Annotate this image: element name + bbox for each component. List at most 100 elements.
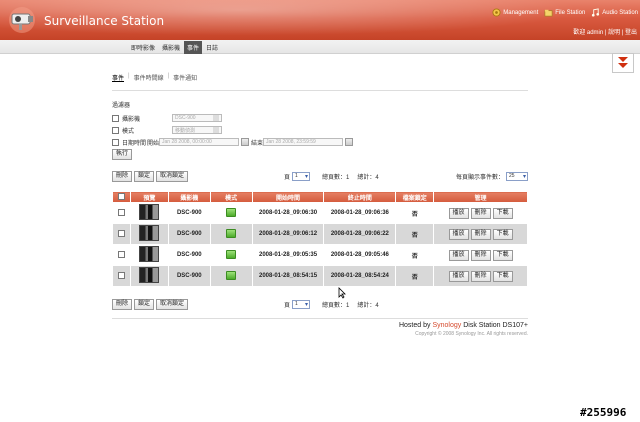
unlock-button[interactable]: 取消鎖定 [156,298,189,310]
unlock-button[interactable]: 取消鎖定 [156,170,189,182]
main-nav: 即時影像 攝影機 事件 日誌 [128,41,221,54]
per-page-select[interactable]: 25 [506,171,528,181]
subtab-timeline[interactable]: 事件時間線 [134,73,164,82]
total-pages-label: 總頁數： [322,174,347,181]
collapse-button[interactable] [612,53,634,73]
date-label: 日期時間 [122,140,147,147]
start-date-input[interactable]: Jan 28 2008, 00:00:00 [159,138,240,146]
header-start-time: 開始時間 [251,191,325,203]
preview-cell [129,265,169,287]
filter-camera-row: 攝影機 DSC-900 [112,112,355,124]
end-label: 結束 [251,140,264,147]
preview-thumbnail[interactable] [139,267,160,283]
row-checkbox[interactable] [117,271,125,279]
row-delete-button[interactable]: 刪除 [470,249,491,261]
tab-camera[interactable]: 攝影機 [159,41,183,54]
manage-buttons: 播放 刪除 下載 [434,228,527,240]
calendar-icon[interactable] [241,138,250,146]
user-links[interactable]: 歡迎 admin | 說明 | 登出 [573,27,637,36]
row-select-cell [112,223,131,245]
page-info: 總頁數：1 總計：4 [322,172,379,181]
mode-label: 模式 [122,128,135,135]
preview-thumbnail[interactable] [139,204,160,220]
lock-button[interactable]: 鎖定 [134,170,155,182]
mode-checkbox[interactable] [112,126,119,134]
sub-tabs: 事件 | 事件時間線 | 事件通知 [112,73,197,82]
header-file-lock: 檔案鎖定 [395,191,435,203]
row-checkbox[interactable] [117,250,125,258]
start-time-cell: 2008-01-28_09:05:35 [251,244,325,266]
calendar-icon[interactable] [345,138,354,146]
preview-cell [129,223,169,245]
app-title: Surveillance Station [44,14,165,28]
row-delete-button[interactable]: 刪除 [470,207,491,219]
bottom-toolbar: 刪除 鎖定 取消鎖定 頁 1 總頁數：1 總計：4 [112,298,528,310]
page-label: 頁 [284,174,291,181]
select-all-checkbox[interactable] [117,192,125,200]
header-mode: 模式 [209,191,253,203]
table-row: DSC-900 2008-01-28_08:54:15 2008-01-28_0… [112,265,528,287]
header-manage: 管理 [433,191,528,203]
management-link[interactable]: Management [492,8,538,17]
delete-button[interactable]: 刪除 [112,170,133,182]
end-date-input[interactable]: Jan 28 2008, 23:59:59 [263,138,344,146]
toolbar-buttons: 刪除 鎖定 取消鎖定 [112,170,189,182]
download-button[interactable]: 下載 [492,207,513,219]
row-select-cell [112,265,131,287]
play-button[interactable]: 播放 [448,207,469,219]
preview-thumbnail[interactable] [139,246,160,262]
tab-log[interactable]: 日誌 [203,41,221,54]
page-select[interactable]: 1 [292,171,311,181]
subtab-events[interactable]: 事件 [112,73,124,82]
play-button[interactable]: 播放 [448,228,469,240]
download-button[interactable]: 下載 [492,228,513,240]
tab-live-view[interactable]: 即時影像 [128,41,158,54]
table-row: DSC-900 2008-01-28_09:06:30 2008-01-28_0… [112,202,528,224]
manage-buttons: 播放 刪除 下載 [434,249,527,261]
divider [112,318,528,319]
total-count: 總計：4 [357,172,378,181]
file-station-icon [544,9,553,17]
hosted-by: Hosted by Synology Disk Station DS107+ [399,322,528,329]
page-select[interactable]: 1 [292,299,311,309]
file-station-link[interactable]: File Station [544,8,585,17]
per-page-label: 每頁顯示事件數： [455,174,504,181]
preview-thumbnail[interactable] [139,225,160,241]
audio-station-icon [592,8,600,17]
row-delete-button[interactable]: 刪除 [470,270,491,282]
play-button[interactable]: 播放 [448,270,469,282]
chevron-down-icon [213,115,219,121]
header-camera: 攝影機 [167,191,211,203]
execute-button[interactable]: 執行 [112,149,133,160]
download-button[interactable]: 下載 [492,249,513,261]
events-table: 預覽 攝影機 模式 開始時間 終止時間 檔案鎖定 管理 DSC-900 2008… [112,191,528,287]
total-count: 總計：4 [357,300,378,309]
lock-cell: 否 [395,265,435,287]
mode-select[interactable]: 移動偵測 [172,126,222,134]
audio-station-link[interactable]: Audio Station [591,8,638,17]
subtab-separator: | [128,73,130,79]
camera-select[interactable]: DSC-900 [172,114,222,122]
file-station-label: File Station [555,9,586,16]
filter-date-row: 日期時間 開始 Jan 28 2008, 00:00:00 結束 Jan 28 … [112,136,355,148]
date-checkbox[interactable] [112,138,119,146]
hosted-prefix: Hosted by [398,322,431,329]
lock-button[interactable]: 鎖定 [134,298,155,310]
row-delete-button[interactable]: 刪除 [470,228,491,240]
play-button[interactable]: 播放 [448,249,469,261]
total-pages: 總頁數：1 [322,300,349,309]
copyright: Copyright © 2008 Synology Inc. All right… [415,331,528,337]
table-row: DSC-900 2008-01-28_09:05:35 2008-01-28_0… [112,244,528,266]
select-all-header [112,191,131,203]
brand-link[interactable]: Synology [432,322,461,329]
delete-button[interactable]: 刪除 [112,298,133,310]
subtab-notification[interactable]: 事件通知 [173,73,197,82]
camera-checkbox[interactable] [112,114,119,122]
row-checkbox[interactable] [117,229,125,237]
download-button[interactable]: 下載 [492,270,513,282]
motion-mode-icon [226,270,237,280]
header-preview: 預覽 [129,191,169,203]
camera-label: 攝影機 [122,116,141,123]
tab-event[interactable]: 事件 [184,41,203,54]
row-checkbox[interactable] [117,208,125,216]
